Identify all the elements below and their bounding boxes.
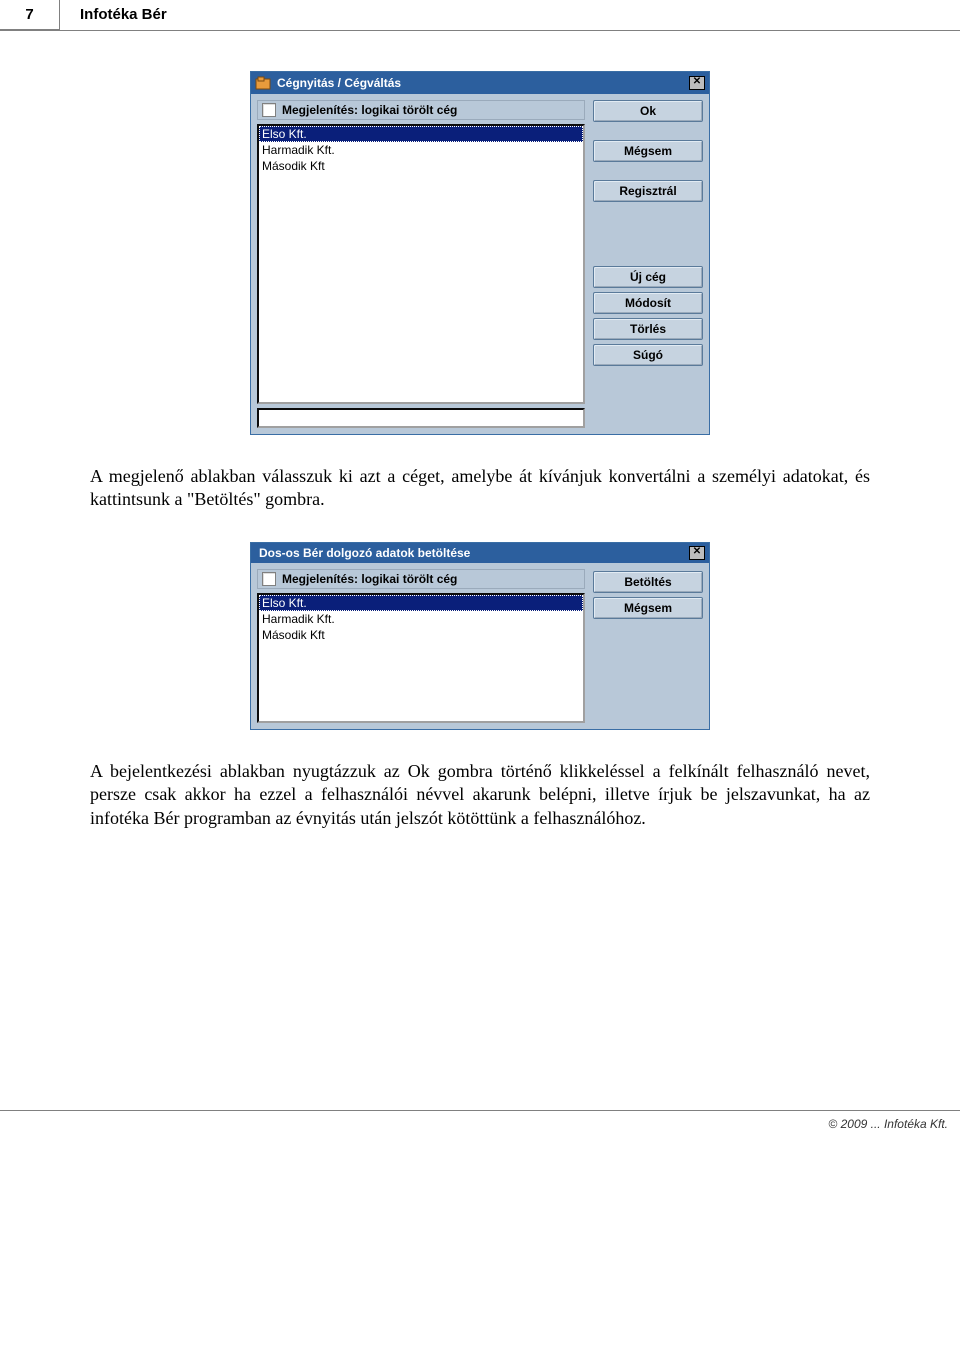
list-item[interactable]: Második Kft [259, 627, 583, 643]
show-deleted-label: Megjelenítés: logikai törölt cég [282, 572, 457, 586]
company-listbox[interactable]: Elso Kft. Harmadik Kft. Második Kft [257, 593, 585, 723]
cancel-button[interactable]: Mégsem [593, 597, 703, 619]
close-icon[interactable]: ✕ [689, 76, 705, 90]
register-button[interactable]: Regisztrál [593, 180, 703, 202]
list-item[interactable]: Elso Kft. [259, 126, 583, 142]
ok-button[interactable]: Ok [593, 100, 703, 122]
company-listbox[interactable]: Elso Kft. Harmadik Kft. Második Kft [257, 124, 585, 404]
help-button[interactable]: Súgó [593, 344, 703, 366]
show-deleted-label: Megjelenítés: logikai törölt cég [282, 103, 457, 117]
close-icon[interactable]: ✕ [689, 546, 705, 560]
paragraph-2: A bejelentkezési ablakban nyugtázzuk az … [90, 760, 870, 830]
dialog-title: Cégnyitás / Cégváltás [277, 76, 689, 90]
paragraph-1: A megjelenő ablakban válasszuk ki azt a … [90, 465, 870, 512]
page-header: 7 Infotéka Bér [0, 0, 960, 31]
list-item[interactable]: Elso Kft. [259, 595, 583, 611]
show-deleted-checkbox[interactable] [262, 572, 276, 586]
list-item[interactable]: Harmadik Kft. [259, 142, 583, 158]
show-deleted-checkbox[interactable] [262, 103, 276, 117]
load-button[interactable]: Betöltés [593, 571, 703, 593]
filter-input[interactable] [257, 408, 585, 428]
new-company-button[interactable]: Új cég [593, 266, 703, 288]
show-deleted-checkbox-row: Megjelenítés: logikai törölt cég [257, 100, 585, 120]
dialog-company-open: Cégnyitás / Cégváltás ✕ Megjelenítés: lo… [250, 71, 710, 435]
app-icon [255, 75, 271, 91]
modify-button[interactable]: Módosít [593, 292, 703, 314]
titlebar[interactable]: Dos-os Bér dolgozó adatok betöltése ✕ [251, 543, 709, 563]
list-item[interactable]: Második Kft [259, 158, 583, 174]
page-footer: © 2009 ... Infotéka Kft. [0, 1110, 960, 1141]
page-number: 7 [0, 0, 60, 30]
show-deleted-checkbox-row: Megjelenítés: logikai törölt cég [257, 569, 585, 589]
list-item[interactable]: Harmadik Kft. [259, 611, 583, 627]
dialog-dos-import: Dos-os Bér dolgozó adatok betöltése ✕ Me… [250, 542, 710, 730]
dialog-title: Dos-os Bér dolgozó adatok betöltése [259, 546, 689, 560]
page-title: Infotéka Bér [60, 0, 187, 30]
delete-button[interactable]: Törlés [593, 318, 703, 340]
cancel-button[interactable]: Mégsem [593, 140, 703, 162]
titlebar[interactable]: Cégnyitás / Cégváltás ✕ [251, 72, 709, 94]
